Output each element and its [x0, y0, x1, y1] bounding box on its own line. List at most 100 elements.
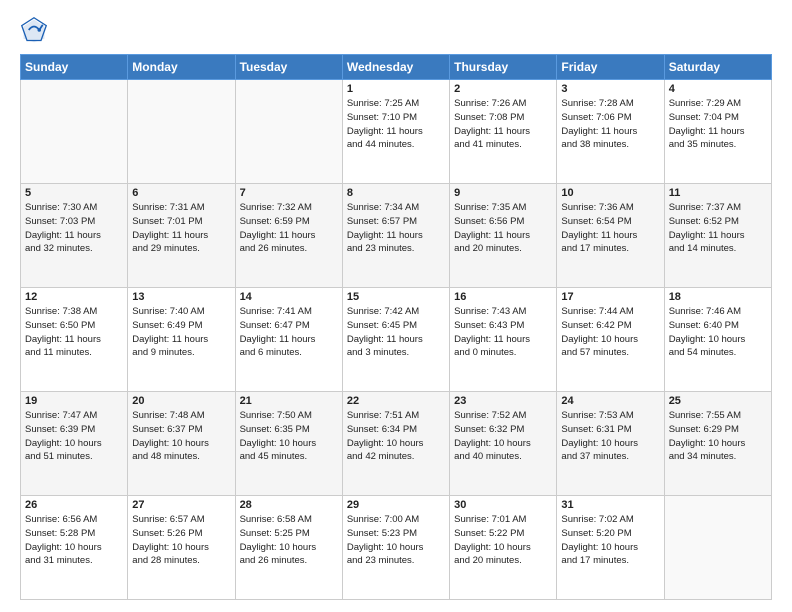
day-number: 22: [347, 395, 445, 407]
day-number: 23: [454, 395, 552, 407]
day-number: 1: [347, 83, 445, 95]
calendar-table: SundayMondayTuesdayWednesdayThursdayFrid…: [20, 54, 772, 600]
day-info: Sunrise: 7:43 AM Sunset: 6:43 PM Dayligh…: [454, 305, 552, 360]
calendar-cell: 12 Sunrise: 7:38 AM Sunset: 6:50 PM Dayli…: [21, 288, 128, 392]
calendar-cell: 23 Sunrise: 7:52 AM Sunset: 6:32 PM Dayli…: [450, 392, 557, 496]
page: SundayMondayTuesdayWednesdayThursdayFrid…: [0, 0, 792, 612]
day-info: Sunrise: 7:26 AM Sunset: 7:08 PM Dayligh…: [454, 97, 552, 152]
calendar-cell: 14 Sunrise: 7:41 AM Sunset: 6:47 PM Dayli…: [235, 288, 342, 392]
day-info: Sunrise: 6:57 AM Sunset: 5:26 PM Dayligh…: [132, 513, 230, 568]
calendar-cell: 6 Sunrise: 7:31 AM Sunset: 7:01 PM Daylig…: [128, 184, 235, 288]
calendar-cell: 27 Sunrise: 6:57 AM Sunset: 5:26 PM Dayli…: [128, 496, 235, 600]
calendar-cell: 4 Sunrise: 7:29 AM Sunset: 7:04 PM Daylig…: [664, 80, 771, 184]
calendar-cell: 5Sunrise: 7:30 AM Sunset: 7:03 PM Daylig…: [21, 184, 128, 288]
day-info: Sunrise: 7:42 AM Sunset: 6:45 PM Dayligh…: [347, 305, 445, 360]
calendar-cell: 11Sunrise: 7:37 AM Sunset: 6:52 PM Dayli…: [664, 184, 771, 288]
day-number: 16: [454, 291, 552, 303]
calendar-cell: 15Sunrise: 7:42 AM Sunset: 6:45 PM Dayli…: [342, 288, 449, 392]
calendar-cell: [664, 496, 771, 600]
calendar-cell: 31 Sunrise: 7:02 AM Sunset: 5:20 PM Dayli…: [557, 496, 664, 600]
day-info: Sunrise: 6:56 AM Sunset: 5:28 PM Dayligh…: [25, 513, 123, 568]
day-number: 24: [561, 395, 659, 407]
day-number: 31: [561, 499, 659, 511]
calendar-cell: [235, 80, 342, 184]
day-info: Sunrise: 7:44 AM Sunset: 6:42 PM Dayligh…: [561, 305, 659, 360]
day-number: 14: [240, 291, 338, 303]
day-number: 19: [25, 395, 123, 407]
day-number: 6: [132, 187, 230, 199]
calendar-cell: [21, 80, 128, 184]
day-info: Sunrise: 7:31 AM Sunset: 7:01 PM Dayligh…: [132, 201, 230, 256]
day-number: 11: [669, 187, 767, 199]
day-number: 17: [561, 291, 659, 303]
logo: [20, 16, 52, 44]
day-info: Sunrise: 7:41 AM Sunset: 6:47 PM Dayligh…: [240, 305, 338, 360]
calendar-header-saturday: Saturday: [664, 55, 771, 80]
calendar-week-row: 12 Sunrise: 7:38 AM Sunset: 6:50 PM Dayli…: [21, 288, 772, 392]
calendar-header-monday: Monday: [128, 55, 235, 80]
calendar-header-tuesday: Tuesday: [235, 55, 342, 80]
calendar-cell: 8Sunrise: 7:34 AM Sunset: 6:57 PM Daylig…: [342, 184, 449, 288]
day-number: 18: [669, 291, 767, 303]
calendar-cell: 28 Sunrise: 6:58 AM Sunset: 5:25 PM Dayli…: [235, 496, 342, 600]
calendar-cell: 25 Sunrise: 7:55 AM Sunset: 6:29 PM Dayli…: [664, 392, 771, 496]
calendar-cell: 3Sunrise: 7:28 AM Sunset: 7:06 PM Daylig…: [557, 80, 664, 184]
calendar-week-row: 19 Sunrise: 7:47 AM Sunset: 6:39 PM Dayli…: [21, 392, 772, 496]
day-info: Sunrise: 7:47 AM Sunset: 6:39 PM Dayligh…: [25, 409, 123, 464]
calendar-cell: 10Sunrise: 7:36 AM Sunset: 6:54 PM Dayli…: [557, 184, 664, 288]
day-number: 20: [132, 395, 230, 407]
day-info: Sunrise: 7:46 AM Sunset: 6:40 PM Dayligh…: [669, 305, 767, 360]
calendar-cell: 2 Sunrise: 7:26 AM Sunset: 7:08 PM Daylig…: [450, 80, 557, 184]
day-info: Sunrise: 7:02 AM Sunset: 5:20 PM Dayligh…: [561, 513, 659, 568]
calendar-cell: 24 Sunrise: 7:53 AM Sunset: 6:31 PM Dayli…: [557, 392, 664, 496]
calendar-header-wednesday: Wednesday: [342, 55, 449, 80]
day-number: 28: [240, 499, 338, 511]
header: [20, 16, 772, 44]
day-info: Sunrise: 7:01 AM Sunset: 5:22 PM Dayligh…: [454, 513, 552, 568]
day-info: Sunrise: 6:58 AM Sunset: 5:25 PM Dayligh…: [240, 513, 338, 568]
day-info: Sunrise: 7:36 AM Sunset: 6:54 PM Dayligh…: [561, 201, 659, 256]
calendar-cell: 21 Sunrise: 7:50 AM Sunset: 6:35 PM Dayli…: [235, 392, 342, 496]
day-info: Sunrise: 7:40 AM Sunset: 6:49 PM Dayligh…: [132, 305, 230, 360]
day-info: Sunrise: 7:55 AM Sunset: 6:29 PM Dayligh…: [669, 409, 767, 464]
day-info: Sunrise: 7:30 AM Sunset: 7:03 PM Dayligh…: [25, 201, 123, 256]
day-info: Sunrise: 7:50 AM Sunset: 6:35 PM Dayligh…: [240, 409, 338, 464]
day-number: 29: [347, 499, 445, 511]
calendar-header-thursday: Thursday: [450, 55, 557, 80]
calendar-cell: 9Sunrise: 7:35 AM Sunset: 6:56 PM Daylig…: [450, 184, 557, 288]
day-number: 26: [25, 499, 123, 511]
calendar-cell: 18 Sunrise: 7:46 AM Sunset: 6:40 PM Dayli…: [664, 288, 771, 392]
day-info: Sunrise: 7:52 AM Sunset: 6:32 PM Dayligh…: [454, 409, 552, 464]
day-info: Sunrise: 7:32 AM Sunset: 6:59 PM Dayligh…: [240, 201, 338, 256]
logo-icon: [20, 16, 48, 44]
day-number: 25: [669, 395, 767, 407]
calendar-header-sunday: Sunday: [21, 55, 128, 80]
calendar-week-row: 5Sunrise: 7:30 AM Sunset: 7:03 PM Daylig…: [21, 184, 772, 288]
day-number: 21: [240, 395, 338, 407]
calendar-cell: 1Sunrise: 7:25 AM Sunset: 7:10 PM Daylig…: [342, 80, 449, 184]
day-number: 30: [454, 499, 552, 511]
day-info: Sunrise: 7:00 AM Sunset: 5:23 PM Dayligh…: [347, 513, 445, 568]
calendar-cell: 26 Sunrise: 6:56 AM Sunset: 5:28 PM Dayli…: [21, 496, 128, 600]
calendar-cell: 30 Sunrise: 7:01 AM Sunset: 5:22 PM Dayli…: [450, 496, 557, 600]
day-number: 13: [132, 291, 230, 303]
day-number: 27: [132, 499, 230, 511]
day-number: 7: [240, 187, 338, 199]
day-info: Sunrise: 7:38 AM Sunset: 6:50 PM Dayligh…: [25, 305, 123, 360]
calendar-cell: 22 Sunrise: 7:51 AM Sunset: 6:34 PM Dayli…: [342, 392, 449, 496]
calendar-header-friday: Friday: [557, 55, 664, 80]
calendar-header-row: SundayMondayTuesdayWednesdayThursdayFrid…: [21, 55, 772, 80]
day-info: Sunrise: 7:28 AM Sunset: 7:06 PM Dayligh…: [561, 97, 659, 152]
day-number: 9: [454, 187, 552, 199]
calendar-cell: 7 Sunrise: 7:32 AM Sunset: 6:59 PM Daylig…: [235, 184, 342, 288]
day-number: 4: [669, 83, 767, 95]
day-info: Sunrise: 7:53 AM Sunset: 6:31 PM Dayligh…: [561, 409, 659, 464]
calendar-cell: 19 Sunrise: 7:47 AM Sunset: 6:39 PM Dayli…: [21, 392, 128, 496]
calendar-week-row: 26 Sunrise: 6:56 AM Sunset: 5:28 PM Dayli…: [21, 496, 772, 600]
day-info: Sunrise: 7:48 AM Sunset: 6:37 PM Dayligh…: [132, 409, 230, 464]
day-number: 12: [25, 291, 123, 303]
day-number: 2: [454, 83, 552, 95]
day-info: Sunrise: 7:51 AM Sunset: 6:34 PM Dayligh…: [347, 409, 445, 464]
day-info: Sunrise: 7:29 AM Sunset: 7:04 PM Dayligh…: [669, 97, 767, 152]
calendar-cell: 13 Sunrise: 7:40 AM Sunset: 6:49 PM Dayli…: [128, 288, 235, 392]
